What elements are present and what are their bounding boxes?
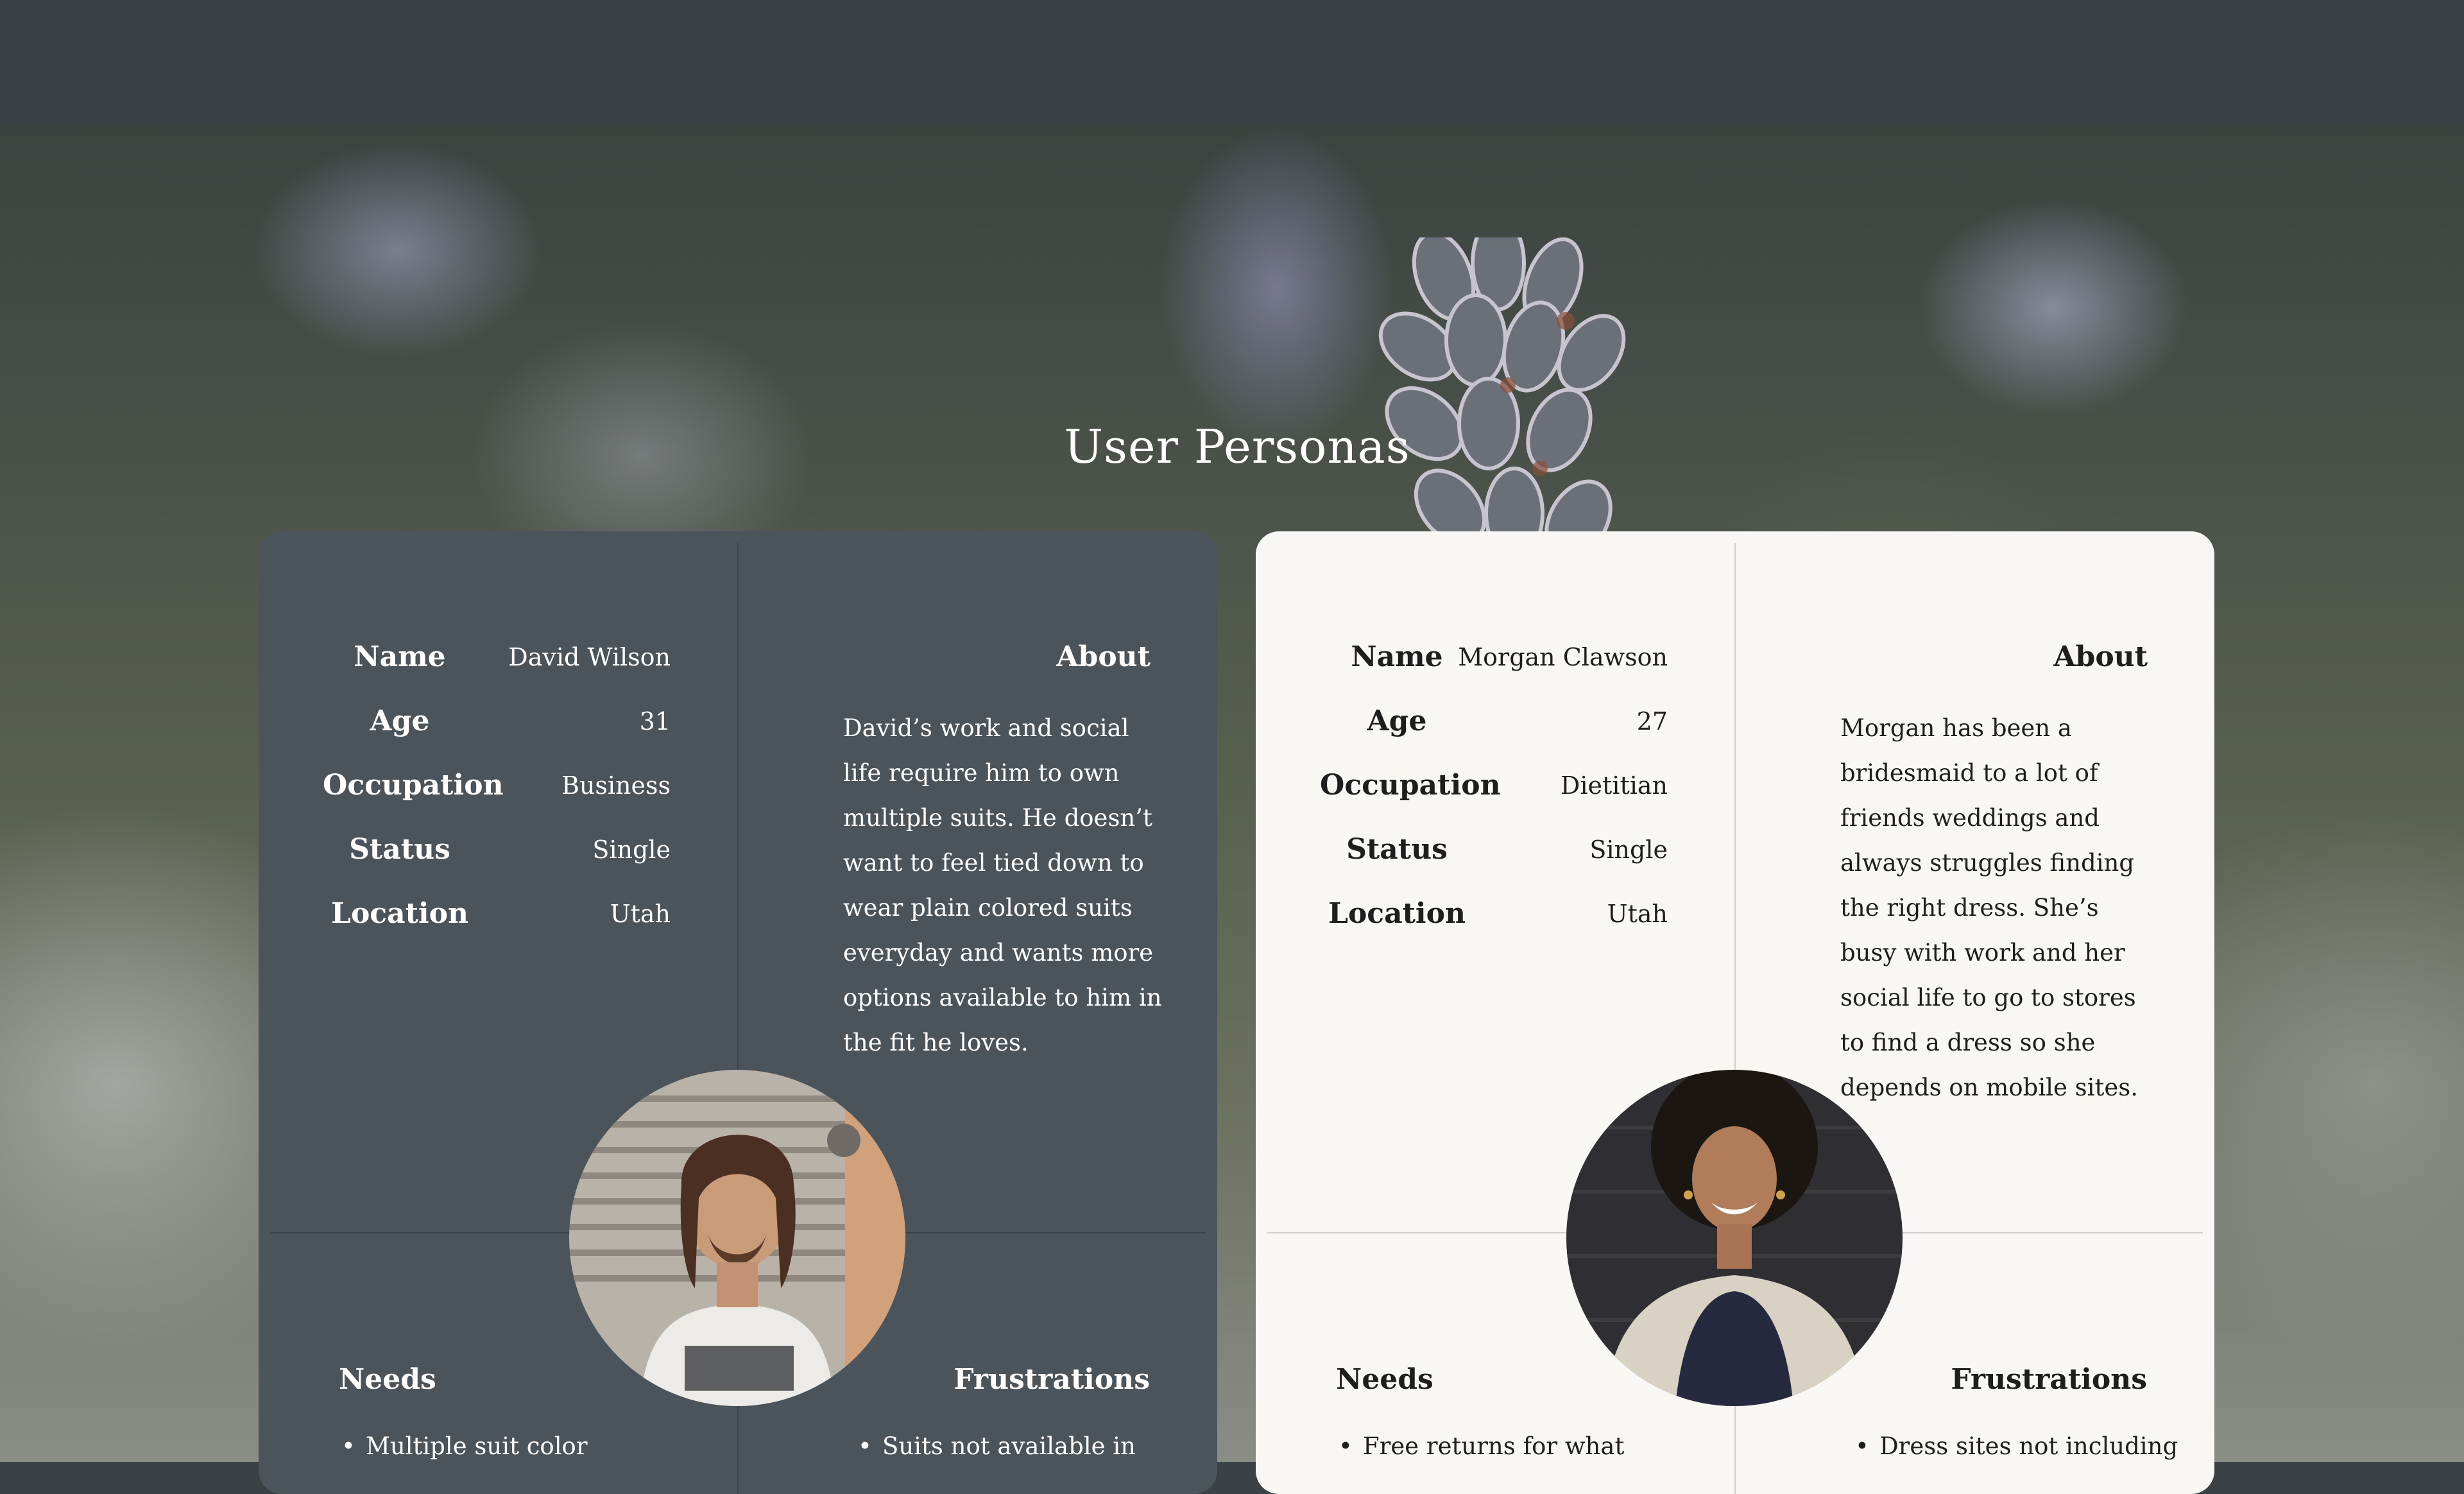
info-label: Age bbox=[1367, 705, 1427, 737]
info-label: Occupation bbox=[1320, 769, 1501, 802]
info-row-occupation: Occupation Dietitian bbox=[1320, 769, 1705, 833]
list-item: Suits not available in bbox=[855, 1432, 1136, 1460]
info-row-name: Name David Wilson bbox=[323, 640, 708, 705]
page-title: User Personas bbox=[1064, 420, 1410, 474]
info-row-name: Name Morgan Clawson bbox=[1320, 640, 1705, 705]
info-value: Single bbox=[592, 836, 671, 864]
info-row-status: Status Single bbox=[323, 833, 708, 897]
info-row-location: Location Utah bbox=[323, 897, 708, 961]
info-label: Status bbox=[349, 833, 450, 866]
info-label: Status bbox=[1346, 833, 1448, 866]
info-row-location: Location Utah bbox=[1320, 897, 1705, 961]
needs-list: Free returns for what bbox=[1336, 1432, 1624, 1460]
frustrations-heading: Frustrations bbox=[954, 1363, 1150, 1396]
info-row-age: Age 31 bbox=[323, 705, 708, 769]
about-heading: About bbox=[1056, 640, 1151, 673]
persona-info-table: Name David Wilson Age 31 Occupation Busi… bbox=[323, 640, 708, 961]
info-label: Name bbox=[1351, 640, 1443, 673]
about-heading: About bbox=[2053, 640, 2148, 673]
list-item: Free returns for what bbox=[1336, 1432, 1624, 1460]
avatar-david bbox=[569, 1070, 905, 1406]
about-text: Morgan has been a bridesmaid to a lot of… bbox=[1840, 714, 2138, 1101]
info-value: Dietitian bbox=[1560, 771, 1668, 800]
info-row-status: Status Single bbox=[1320, 833, 1705, 897]
persona-info-table: Name Morgan Clawson Age 27 Occupation Di… bbox=[1320, 640, 1705, 961]
needs-heading: Needs bbox=[1336, 1363, 1433, 1396]
info-value: Business bbox=[561, 771, 671, 800]
info-row-occupation: Occupation Business bbox=[323, 769, 708, 833]
top-navigation-bar bbox=[0, 0, 2464, 122]
info-value: Morgan Clawson bbox=[1458, 643, 1668, 671]
persona-card-morgan: Name Morgan Clawson Age 27 Occupation Di… bbox=[1256, 531, 2214, 1494]
list-item: Dress sites not including bbox=[1852, 1432, 2178, 1460]
info-value: Single bbox=[1589, 836, 1668, 864]
info-label: Age bbox=[370, 705, 430, 737]
info-label: Location bbox=[331, 897, 468, 930]
about-text: David’s work and social life require him… bbox=[843, 714, 1162, 1056]
info-row-age: Age 27 bbox=[1320, 705, 1705, 769]
info-value: Utah bbox=[610, 900, 671, 928]
frustrations-list: Dress sites not including bbox=[1852, 1432, 2178, 1460]
info-label: Name bbox=[354, 640, 446, 673]
persona-card-david: Name David Wilson Age 31 Occupation Busi… bbox=[259, 531, 1217, 1494]
needs-list: Multiple suit color bbox=[339, 1432, 588, 1460]
info-label: Location bbox=[1328, 897, 1466, 930]
info-label: Occupation bbox=[323, 769, 504, 802]
frustrations-heading: Frustrations bbox=[1951, 1363, 2147, 1396]
needs-heading: Needs bbox=[339, 1363, 436, 1396]
info-value: 31 bbox=[639, 707, 671, 735]
frustrations-list: Suits not available in bbox=[855, 1432, 1136, 1460]
info-value: Utah bbox=[1607, 900, 1668, 928]
list-item: Multiple suit color bbox=[339, 1432, 588, 1460]
avatar-morgan bbox=[1566, 1070, 1903, 1406]
info-value: David Wilson bbox=[508, 643, 671, 671]
info-value: 27 bbox=[1636, 707, 1668, 735]
